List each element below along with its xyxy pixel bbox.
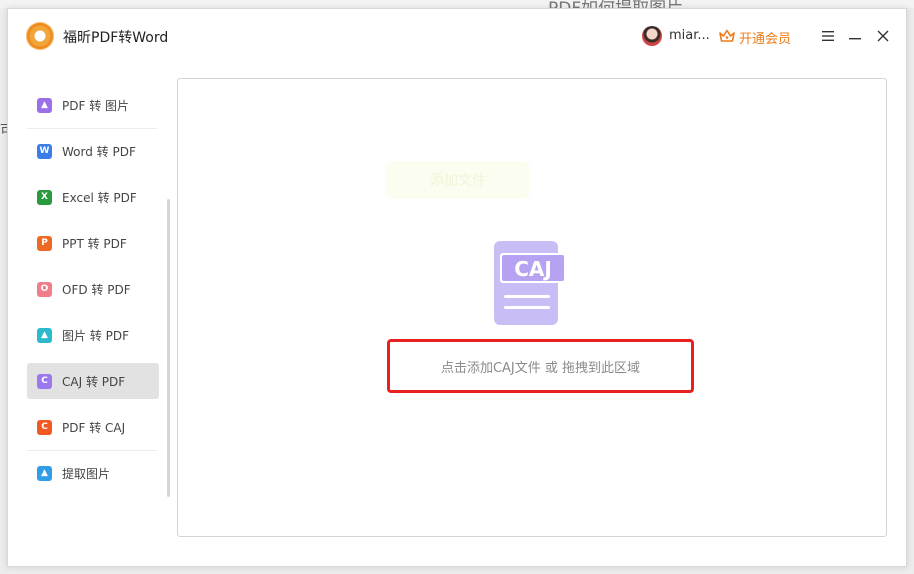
minimize-icon[interactable]: [846, 26, 864, 46]
sidebar-item-label: 提取图片: [62, 466, 111, 481]
sidebar-item-extract-image[interactable]: ▲ 提取图片: [27, 455, 159, 491]
ppt-icon: P: [37, 235, 52, 251]
sidebar-item-ppt-to-pdf[interactable]: P PPT 转 PDF: [27, 225, 159, 261]
add-file-button[interactable]: 添加文件: [386, 161, 530, 199]
excel-icon: X: [37, 189, 52, 205]
menu-icon[interactable]: [819, 26, 837, 46]
caj-file-icon: CAJ: [494, 241, 566, 325]
title-bar: 福昕PDF转Word miar... 开通会员: [8, 9, 906, 65]
image-pdf-icon: ▲: [37, 97, 52, 113]
background-window: [0, 0, 914, 8]
app-title: 福昕PDF转Word: [63, 30, 169, 46]
sidebar-item-label: Excel 转 PDF: [62, 190, 137, 205]
sidebar-item-pdf-to-image[interactable]: ▲ PDF 转 图片: [27, 87, 159, 129]
sidebar-item-label: PDF 转 CAJ: [62, 420, 126, 435]
sidebar-scrollbar[interactable]: [167, 199, 170, 497]
drop-hint-area[interactable]: 点击添加CAJ文件 或 拖拽到此区域: [387, 339, 694, 393]
sidebar-item-caj-to-pdf[interactable]: C CAJ 转 PDF: [27, 363, 159, 399]
app-window: 福昕PDF转Word miar... 开通会员 ▲ PDF 转 图片 W Wor…: [7, 8, 907, 567]
file-drop-zone[interactable]: 添加文件 CAJ 点击添加CAJ文件 或 拖拽到此区域: [177, 78, 887, 537]
close-icon[interactable]: [874, 26, 892, 46]
sidebar: ▲ PDF 转 图片 W Word 转 PDF X Excel 转 PDF P …: [27, 87, 159, 501]
caj-icon: C: [37, 373, 52, 389]
sidebar-item-label: CAJ 转 PDF: [62, 374, 126, 389]
sidebar-item-label: 图片 转 PDF: [62, 328, 130, 343]
sidebar-item-word-to-pdf[interactable]: W Word 转 PDF: [27, 133, 159, 169]
extract-image-icon: ▲: [37, 465, 52, 481]
sidebar-item-label: Word 转 PDF: [62, 144, 136, 159]
avatar[interactable]: [642, 26, 662, 46]
image-icon: ▲: [37, 327, 52, 343]
vip-button[interactable]: 开通会员: [739, 28, 791, 47]
sidebar-item-image-to-pdf[interactable]: ▲ 图片 转 PDF: [27, 317, 159, 353]
sidebar-item-pdf-to-caj[interactable]: C PDF 转 CAJ: [27, 409, 159, 451]
sidebar-item-label: OFD 转 PDF: [62, 282, 131, 297]
sidebar-item-ofd-to-pdf[interactable]: O OFD 转 PDF: [27, 271, 159, 307]
ofd-icon: O: [37, 281, 52, 297]
drop-hint-text: 点击添加CAJ文件 或 拖拽到此区域: [440, 360, 641, 376]
crown-icon[interactable]: [719, 29, 735, 43]
username[interactable]: miar...: [669, 28, 710, 43]
pdf-caj-icon: C: [37, 419, 52, 435]
word-icon: W: [37, 143, 52, 159]
divider: [27, 450, 157, 451]
sidebar-item-excel-to-pdf[interactable]: X Excel 转 PDF: [27, 179, 159, 215]
divider: [27, 128, 157, 129]
sidebar-item-label: PPT 转 PDF: [62, 236, 127, 251]
app-logo-icon: [26, 22, 54, 50]
sidebar-item-label: PDF 转 图片: [62, 98, 130, 113]
caj-icon-label: CAJ: [514, 257, 552, 281]
